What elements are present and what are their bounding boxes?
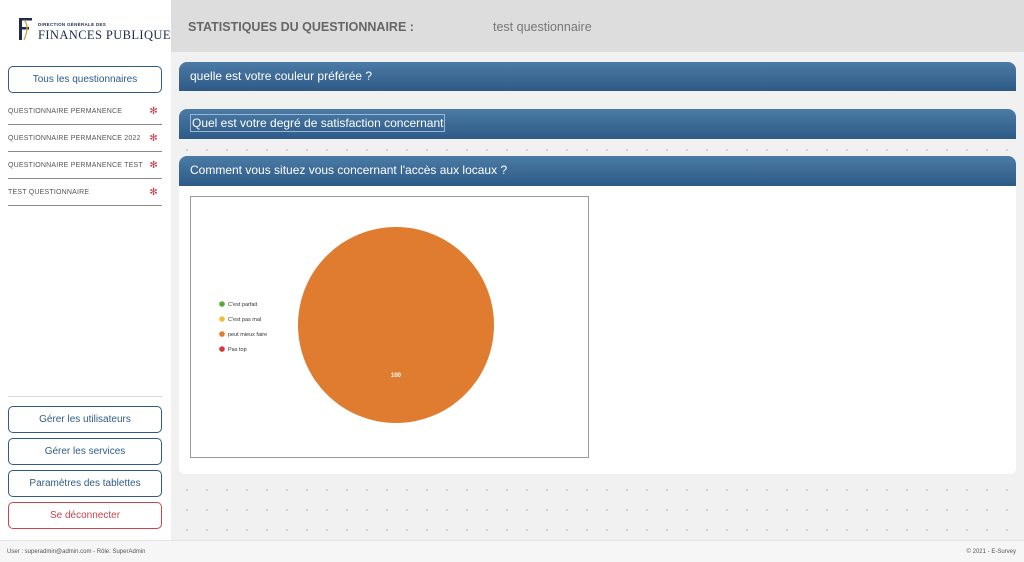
gear-icon[interactable]: ✻	[149, 125, 158, 152]
pie-chart-svg: 100 C'est parfait C'est pas mal peut mieux …	[219, 227, 494, 423]
questionnaire-name: test questionnaire	[493, 20, 592, 34]
pie-slice[interactable]	[298, 227, 494, 423]
gear-icon[interactable]: ✻	[149, 179, 158, 206]
gear-icon[interactable]: ✻	[149, 152, 158, 179]
logo-title: FINANCES PUBLIQUES	[38, 28, 179, 42]
question-title: Quel est votre degré de satisfaction con…	[190, 114, 446, 132]
legend-marker[interactable]	[219, 331, 225, 337]
all-questionnaires-button[interactable]: Tous les questionnaires	[8, 66, 162, 93]
logout-button[interactable]: Se déconnecter	[8, 502, 162, 529]
legend-label[interactable]: Pas top	[228, 347, 247, 353]
footer: User : superadmin@admin.com - Rôle: Supe…	[0, 540, 1024, 562]
user-info: User : superadmin@admin.com - Rôle: Supe…	[7, 549, 146, 555]
manage-users-button[interactable]: Gérer les utilisateurs	[8, 406, 162, 433]
legend-label[interactable]: C'est parfait	[228, 302, 258, 308]
question-title: Comment vous situez vous concernant l'ac…	[190, 163, 508, 177]
manage-services-button[interactable]: Gérer les services	[8, 438, 162, 465]
questionnaire-item[interactable]: QUESTIONNAIRE PERMANENCE TEST ✻	[8, 152, 162, 179]
questionnaire-item[interactable]: QUESTIONNAIRE PERMANENCE ✻	[8, 98, 162, 125]
page-title: STATISTIQUES DU QUESTIONNAIRE :	[188, 20, 414, 34]
pie-chart: 100 C'est parfait C'est pas mal peut mieux …	[190, 196, 589, 458]
question-title: quelle est votre couleur préférée ?	[190, 69, 373, 83]
tablet-settings-button[interactable]: Paramètres des tablettes	[8, 470, 162, 497]
logo-subtitle: DIRECTION GÉNÉRALE DES	[38, 22, 107, 27]
sidebar: DIRECTION GÉNÉRALE DES FINANCES PUBLIQUE…	[0, 0, 178, 540]
questionnaire-label: QUESTIONNAIRE PERMANENCE TEST	[8, 162, 143, 169]
question-header[interactable]: quelle est votre couleur préférée ?	[179, 62, 1016, 91]
legend-marker[interactable]	[219, 316, 225, 322]
question-header[interactable]: Comment vous situez vous concernant l'ac…	[179, 156, 1016, 186]
logo: DIRECTION GÉNÉRALE DES FINANCES PUBLIQUE…	[16, 16, 178, 44]
questionnaire-label: QUESTIONNAIRE PERMANENCE 2022	[8, 135, 141, 142]
question-panel: 100 C'est parfait C'est pas mal peut mieux …	[179, 186, 1016, 474]
question-header[interactable]: Quel est votre degré de satisfaction con…	[179, 109, 1016, 139]
sidebar-divider	[8, 396, 162, 397]
legend-marker[interactable]	[219, 301, 225, 307]
header: STATISTIQUES DU QUESTIONNAIRE : test que…	[171, 0, 1024, 52]
copyright: © 2021 - E-Survey	[966, 549, 1016, 555]
questionnaire-list: QUESTIONNAIRE PERMANENCE ✻ QUESTIONNAIRE…	[8, 98, 162, 206]
questionnaire-label: TEST QUESTIONNAIRE	[8, 189, 90, 196]
questionnaire-item[interactable]: TEST QUESTIONNAIRE ✻	[8, 179, 162, 206]
main-content: quelle est votre couleur préférée ? Quel…	[171, 52, 1024, 540]
logo-mark-icon	[19, 18, 32, 41]
legend-label[interactable]: peut mieux faire	[228, 332, 267, 338]
gear-icon[interactable]: ✻	[149, 98, 158, 125]
pie-data-label: 100	[391, 373, 402, 379]
legend-marker[interactable]	[219, 346, 225, 352]
questionnaire-item[interactable]: QUESTIONNAIRE PERMANENCE 2022 ✻	[8, 125, 162, 152]
legend-label[interactable]: C'est pas mal	[228, 317, 261, 323]
questionnaire-label: QUESTIONNAIRE PERMANENCE	[8, 108, 123, 115]
